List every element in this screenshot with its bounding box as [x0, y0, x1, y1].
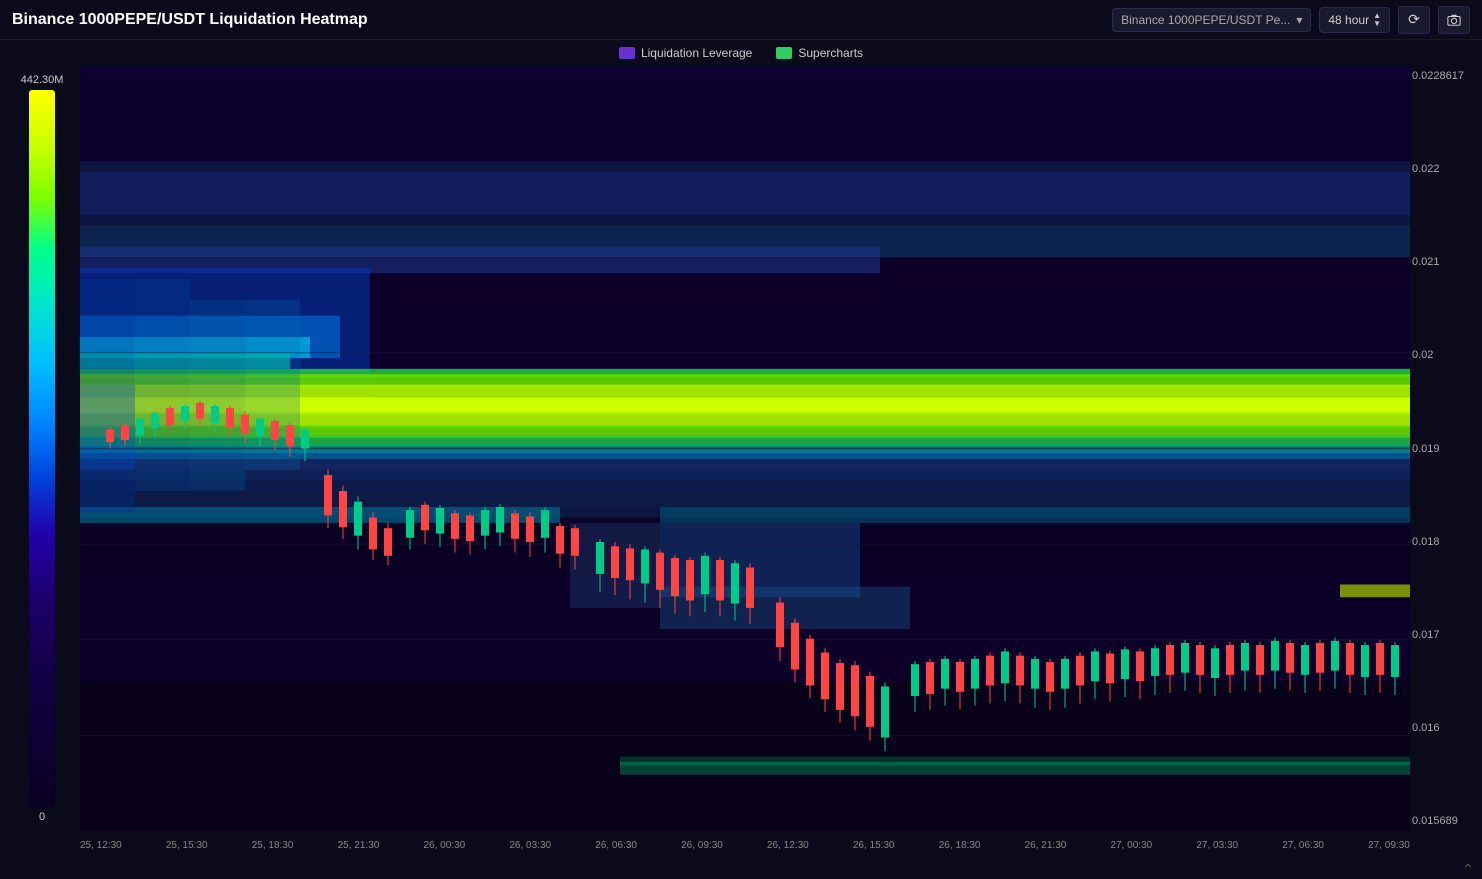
time-selector[interactable]: 48 hour ▲▼ [1319, 7, 1390, 33]
chart-wrapper: 442.30M 0 [0, 66, 1482, 831]
color-scale: 442.30M 0 [0, 66, 80, 831]
screenshot-button[interactable] [1438, 6, 1470, 34]
scale-top-label: 442.30M [21, 74, 64, 86]
chart-main[interactable]: ⚙ coingloss [80, 66, 1410, 831]
x-label-7: 26, 09:30 [681, 840, 723, 851]
supercharts-color-box [776, 47, 792, 59]
x-label-13: 27, 03:30 [1196, 840, 1238, 851]
y-label-0: 0.0228617 [1412, 70, 1476, 82]
y-label-4: 0.019 [1412, 443, 1476, 455]
y-label-6: 0.017 [1412, 629, 1476, 641]
y-label-2: 0.021 [1412, 256, 1476, 268]
liquidation-color-box [619, 47, 635, 59]
y-label-1: 0.022 [1412, 163, 1476, 175]
x-axis-inner: 25, 12:30 25, 15:30 25, 18:30 25, 21:30 … [80, 840, 1410, 851]
page-title: Binance 1000PEPE/USDT Liquidation Heatma… [12, 11, 368, 29]
legend-supercharts: Supercharts [776, 46, 863, 60]
header: Binance 1000PEPE/USDT Liquidation Heatma… [0, 0, 1482, 40]
scale-bottom-label: 0 [39, 811, 45, 823]
time-label: 48 hour [1328, 13, 1369, 27]
header-controls: Binance 1000PEPE/USDT Pe... ▾ 48 hour ▲▼… [1112, 6, 1470, 34]
x-label-10: 26, 18:30 [939, 840, 981, 851]
y-label-3: 0.02 [1412, 349, 1476, 361]
x-label-2: 25, 18:30 [252, 840, 294, 851]
stepper-icon: ▲▼ [1373, 12, 1381, 28]
bottom-bar: ⌃ [0, 859, 1482, 879]
y-label-8: 0.015689 [1412, 815, 1476, 827]
expand-icon[interactable]: ⌃ [1462, 861, 1474, 878]
x-label-1: 25, 15:30 [166, 840, 208, 851]
x-label-6: 26, 06:30 [595, 840, 637, 851]
symbol-label: Binance 1000PEPE/USDT Pe... [1121, 13, 1290, 27]
y-label-5: 0.018 [1412, 536, 1476, 548]
x-label-15: 27, 09:30 [1368, 840, 1410, 851]
heatmap-svg: ⚙ coingloss [80, 66, 1410, 831]
legend: Liquidation Leverage Supercharts [0, 40, 1482, 66]
scale-bar [29, 90, 55, 807]
supercharts-legend-label: Supercharts [798, 46, 863, 60]
x-label-8: 26, 12:30 [767, 840, 809, 851]
x-label-0: 25, 12:30 [80, 840, 122, 851]
x-label-12: 27, 00:30 [1111, 840, 1153, 851]
x-axis: 25, 12:30 25, 15:30 25, 18:30 25, 21:30 … [0, 831, 1482, 859]
legend-liquidation: Liquidation Leverage [619, 46, 752, 60]
x-label-3: 25, 21:30 [338, 840, 380, 851]
x-label-11: 26, 21:30 [1025, 840, 1067, 851]
x-label-9: 26, 15:30 [853, 840, 895, 851]
chevron-down-icon: ▾ [1296, 13, 1302, 27]
y-label-7: 0.016 [1412, 722, 1476, 734]
y-axis: 0.0228617 0.022 0.021 0.02 0.019 0.018 0… [1410, 66, 1482, 831]
symbol-selector[interactable]: Binance 1000PEPE/USDT Pe... ▾ [1112, 8, 1311, 32]
x-label-5: 26, 03:30 [509, 840, 551, 851]
liquidation-legend-label: Liquidation Leverage [641, 46, 752, 60]
refresh-button[interactable]: ⟳ [1398, 6, 1430, 34]
x-label-4: 26, 00:30 [424, 840, 466, 851]
x-label-14: 27, 06:30 [1282, 840, 1324, 851]
